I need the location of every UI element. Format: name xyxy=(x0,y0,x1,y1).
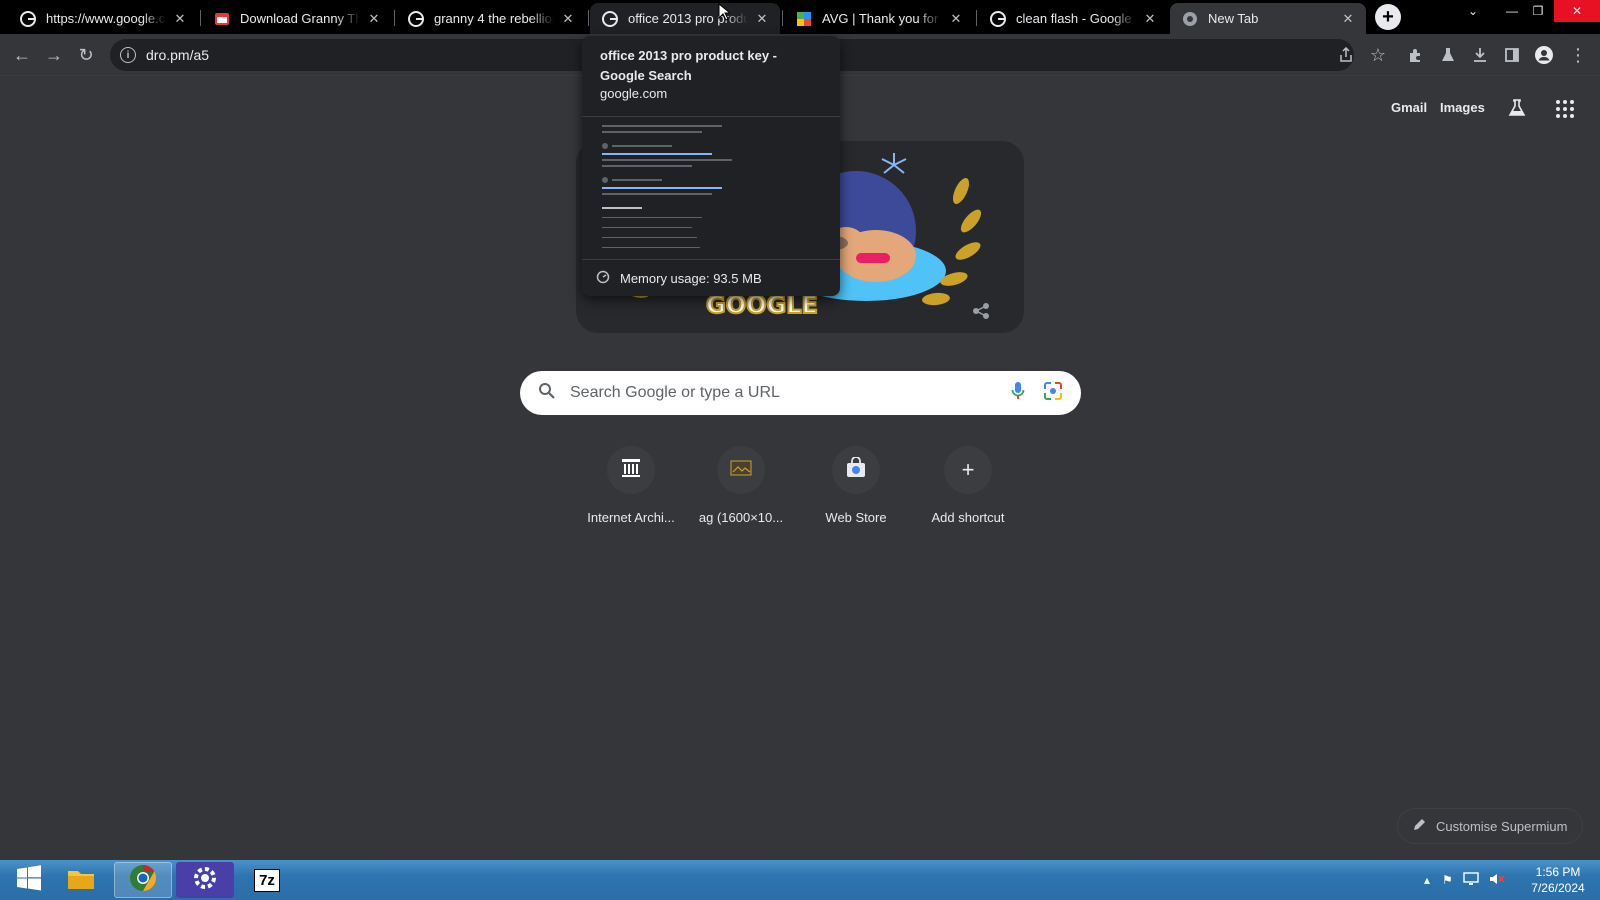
new-tab-button[interactable]: + xyxy=(1375,4,1401,30)
customise-button[interactable]: Customise Supermium xyxy=(1397,808,1583,844)
archive-icon xyxy=(620,457,642,484)
shortcut-label: Internet Archi... xyxy=(587,510,675,525)
close-icon[interactable]: ✕ xyxy=(1142,11,1158,27)
gear-icon xyxy=(191,864,219,897)
clock-date: 7/26/2024 xyxy=(1531,881,1585,895)
voice-search-mic-icon[interactable] xyxy=(1011,381,1025,406)
shortcut-label: Add shortcut xyxy=(931,510,1005,525)
tab-title: clean flash - Google Search xyxy=(1016,11,1136,26)
extensions-icon[interactable] xyxy=(1404,43,1428,67)
search-box[interactable] xyxy=(520,371,1081,415)
shortcut-ag-image[interactable]: ag (1600×10... xyxy=(685,446,797,525)
close-icon[interactable]: ✕ xyxy=(366,11,382,27)
tab-office-search[interactable]: office 2013 pro product key - Google Sea… xyxy=(590,3,780,34)
close-icon[interactable]: ✕ xyxy=(172,11,188,27)
hover-card-memory: Memory usage: 93.5 MB xyxy=(582,259,840,296)
close-icon[interactable]: ✕ xyxy=(754,11,770,27)
tab-avg[interactable]: AVG | Thank you for downloading ✕ xyxy=(784,3,974,34)
chromium-icon xyxy=(128,863,158,898)
google-icon xyxy=(20,10,36,27)
hover-card-domain: google.com xyxy=(600,86,668,101)
tab-title: New Tab xyxy=(1208,11,1259,26)
url-text: dro.pm/a5 xyxy=(146,47,210,63)
close-icon[interactable]: ✕ xyxy=(560,11,576,27)
search-icon xyxy=(538,382,556,405)
mouse-cursor-icon xyxy=(718,2,732,26)
memory-usage-text: Memory usage: 93.5 MB xyxy=(620,270,762,286)
hover-card-title: office 2013 pro product key - Google Sea… xyxy=(600,48,777,83)
windows-taskbar: 7z ▴ ⚑ 1:56 PM 7/26/2024 xyxy=(0,860,1600,900)
webstore-icon xyxy=(845,455,867,484)
site-info-icon[interactable]: i xyxy=(120,47,136,63)
chromium-icon xyxy=(1182,11,1198,27)
google-icon xyxy=(602,10,618,27)
forward-icon[interactable]: → xyxy=(42,43,66,67)
customise-label: Customise Supermium xyxy=(1436,818,1568,834)
share-icon[interactable] xyxy=(1334,43,1358,67)
tab-hover-card: office 2013 pro product key - Google Sea… xyxy=(582,36,840,296)
back-icon[interactable]: ← xyxy=(10,43,34,67)
tab-title: AVG | Thank you for downloading xyxy=(822,11,942,26)
volume-muted-icon[interactable] xyxy=(1489,872,1505,889)
tab-granny-search[interactable]: granny 4 the rebellion - Google Search ✕ xyxy=(396,3,586,34)
restore-icon[interactable]: ❐ xyxy=(1524,0,1552,22)
memory-gauge-icon xyxy=(596,270,610,287)
bookmark-star-icon[interactable]: ☆ xyxy=(1366,43,1390,67)
minimize-icon[interactable]: — xyxy=(1498,0,1526,22)
download-icon[interactable] xyxy=(1468,43,1492,67)
sevenzip-icon: 7z xyxy=(254,868,280,892)
folder-icon xyxy=(66,865,96,896)
tab-title: office 2013 pro product key - Google Sea… xyxy=(628,11,748,26)
menu-kebab-icon[interactable]: ⋮ xyxy=(1566,43,1590,67)
store-icon xyxy=(214,11,230,27)
start-button[interactable] xyxy=(0,862,58,898)
shortcut-label: Web Store xyxy=(825,510,887,525)
clock-time: 1:56 PM xyxy=(1535,865,1581,879)
close-icon[interactable]: ✕ xyxy=(1340,11,1356,27)
action-center-flag-icon[interactable]: ⚑ xyxy=(1442,873,1453,887)
tab-search-chevron-icon[interactable]: ⌄ xyxy=(1459,0,1487,22)
add-shortcut-button[interactable]: + Add shortcut xyxy=(912,446,1024,525)
gmail-link[interactable]: Gmail xyxy=(1391,100,1427,115)
shortcut-internet-archive[interactable]: Internet Archi... xyxy=(575,446,687,525)
tab-new-tab[interactable]: New Tab ✕ xyxy=(1170,3,1366,34)
plus-icon: + xyxy=(961,457,975,482)
tab-download-granny[interactable]: Download Granny The Rebellion ✕ xyxy=(202,3,392,34)
google-icon xyxy=(408,10,424,27)
google-apps-icon[interactable] xyxy=(1556,100,1574,118)
side-panel-icon[interactable] xyxy=(1500,43,1524,67)
search-input[interactable] xyxy=(570,384,1011,402)
clock[interactable]: 1:56 PM 7/26/2024 xyxy=(1520,864,1596,896)
tab-title: Download Granny The Rebellion xyxy=(240,11,360,26)
pencil-icon xyxy=(1412,818,1426,835)
reload-icon[interactable]: ↻ xyxy=(74,43,98,67)
lens-camera-icon[interactable] xyxy=(1043,381,1063,406)
taskbar-settings[interactable] xyxy=(176,862,234,898)
shortcut-label: ag (1600×10... xyxy=(698,510,784,525)
tab-strip: https://www.google.com ✕ Download Granny… xyxy=(0,0,1600,34)
window-close-icon[interactable]: ✕ xyxy=(1554,0,1600,22)
profile-avatar-icon[interactable] xyxy=(1532,43,1556,67)
google-icon xyxy=(990,10,1006,27)
windows-logo-icon xyxy=(15,864,43,896)
image-icon xyxy=(730,460,752,481)
avg-icon xyxy=(796,11,812,27)
tab-clean-flash[interactable]: clean flash - Google Search ✕ xyxy=(978,3,1168,34)
taskbar-chromium[interactable] xyxy=(114,862,172,898)
tab-title: granny 4 the rebellion - Google Search xyxy=(434,11,554,26)
labs-flask-icon[interactable] xyxy=(1436,43,1460,67)
images-link[interactable]: Images xyxy=(1440,100,1485,115)
labs-flask-icon[interactable] xyxy=(1508,99,1526,122)
tab-google[interactable]: https://www.google.com ✕ xyxy=(8,3,198,34)
show-hidden-icons-chevron-icon[interactable]: ▴ xyxy=(1424,873,1430,887)
hover-card-thumbnail xyxy=(582,116,840,259)
taskbar-7zip[interactable]: 7z xyxy=(238,862,296,898)
close-icon[interactable]: ✕ xyxy=(948,11,964,27)
shortcut-web-store[interactable]: Web Store xyxy=(800,446,912,525)
tab-title: https://www.google.com xyxy=(46,11,166,26)
network-icon[interactable] xyxy=(1463,871,1479,889)
taskbar-file-explorer[interactable] xyxy=(52,862,110,898)
system-tray: ▴ ⚑ xyxy=(1424,860,1505,900)
